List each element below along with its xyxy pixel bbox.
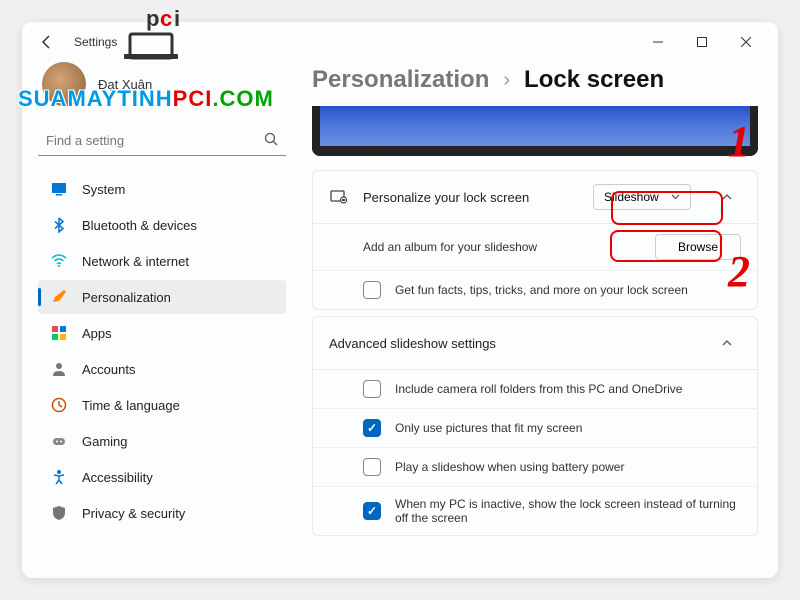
expand-toggle[interactable] (713, 329, 741, 357)
advanced-header[interactable]: Advanced slideshow settings (313, 317, 757, 369)
time-icon (50, 396, 68, 414)
sidebar-item-personalization[interactable]: Personalization (38, 280, 286, 314)
nav: System Bluetooth & devices Network & int… (38, 172, 286, 530)
maximize-button[interactable] (680, 27, 724, 57)
lockscreen-preview (312, 106, 758, 156)
search-input[interactable] (46, 133, 264, 148)
close-button[interactable] (724, 27, 768, 57)
add-album-row: Add an album for your slideshow Browse (313, 223, 757, 270)
option-fit-screen[interactable]: Only use pictures that fit my screen (313, 408, 757, 447)
option-camera-roll[interactable]: Include camera roll folders from this PC… (313, 369, 757, 408)
sidebar-item-label: Privacy & security (82, 506, 185, 521)
personalize-card: Personalize your lock screen Slideshow A… (312, 170, 758, 310)
accounts-icon (50, 360, 68, 378)
sidebar-item-gaming[interactable]: Gaming (38, 424, 286, 458)
sidebar-item-label: Accessibility (82, 470, 153, 485)
bluetooth-icon (50, 216, 68, 234)
chevron-right-icon: › (503, 69, 510, 92)
breadcrumb-parent[interactable]: Personalization (312, 66, 489, 94)
sidebar-item-privacy[interactable]: Privacy & security (38, 496, 286, 530)
checkbox[interactable] (363, 502, 381, 520)
sidebar-item-label: Time & language (82, 398, 180, 413)
search-box[interactable] (38, 126, 286, 156)
sidebar-item-label: System (82, 182, 125, 197)
breadcrumb: Personalization › Lock screen (312, 66, 758, 94)
add-album-label: Add an album for your slideshow (363, 240, 641, 254)
advanced-card: Advanced slideshow settings Include came… (312, 316, 758, 536)
personalization-icon (50, 288, 68, 306)
personalize-header[interactable]: Personalize your lock screen Slideshow (313, 171, 757, 223)
sidebar-item-bluetooth[interactable]: Bluetooth & devices (38, 208, 286, 242)
search-icon (264, 132, 278, 149)
option-label: When my PC is inactive, show the lock sc… (395, 497, 741, 525)
option-label: Only use pictures that fit my screen (395, 421, 741, 435)
user-name: Đạt Xuân (98, 77, 152, 92)
advanced-title: Advanced slideshow settings (329, 336, 691, 351)
gaming-icon (50, 432, 68, 450)
option-label: Include camera roll folders from this PC… (395, 382, 741, 396)
lockscreen-mode-dropdown[interactable]: Slideshow (593, 184, 691, 210)
browse-button[interactable]: Browse (655, 234, 741, 260)
personalize-title: Personalize your lock screen (363, 190, 579, 205)
sidebar-item-accounts[interactable]: Accounts (38, 352, 286, 386)
sidebar-item-label: Accounts (82, 362, 135, 377)
option-label: Play a slideshow when using battery powe… (395, 460, 741, 474)
accessibility-icon (50, 468, 68, 486)
lockscreen-icon (329, 187, 349, 207)
option-inactive[interactable]: When my PC is inactive, show the lock sc… (313, 486, 757, 535)
back-button[interactable] (32, 27, 62, 57)
checkbox[interactable] (363, 419, 381, 437)
minimize-button[interactable] (636, 27, 680, 57)
funfacts-label: Get fun facts, tips, tricks, and more on… (395, 283, 741, 297)
app-title: Settings (74, 35, 117, 49)
sidebar-item-label: Personalization (82, 290, 171, 305)
main-content: Personalization › Lock screen Personaliz… (302, 62, 778, 578)
avatar (42, 62, 86, 106)
checkbox[interactable] (363, 380, 381, 398)
wifi-icon (50, 252, 68, 270)
system-icon (50, 180, 68, 198)
funfacts-row[interactable]: Get fun facts, tips, tricks, and more on… (313, 270, 757, 309)
sidebar-item-label: Apps (82, 326, 112, 341)
sidebar-item-apps[interactable]: Apps (38, 316, 286, 350)
titlebar: Settings (22, 22, 778, 62)
user-profile[interactable]: Đạt Xuân (38, 62, 286, 106)
privacy-icon (50, 504, 68, 522)
breadcrumb-current: Lock screen (524, 66, 664, 94)
sidebar-item-label: Bluetooth & devices (82, 218, 197, 233)
checkbox[interactable] (363, 458, 381, 476)
sidebar-item-accessibility[interactable]: Accessibility (38, 460, 286, 494)
chevron-down-icon (671, 190, 680, 204)
settings-window: Settings Đạt Xuân (22, 22, 778, 578)
dropdown-value: Slideshow (604, 190, 659, 204)
option-battery[interactable]: Play a slideshow when using battery powe… (313, 447, 757, 486)
sidebar-item-network[interactable]: Network & internet (38, 244, 286, 278)
funfacts-checkbox[interactable] (363, 281, 381, 299)
sidebar-item-label: Gaming (82, 434, 128, 449)
sidebar-item-label: Network & internet (82, 254, 189, 269)
apps-icon (50, 324, 68, 342)
sidebar-item-time[interactable]: Time & language (38, 388, 286, 422)
sidebar: Đạt Xuân System Bluetooth & devices (22, 62, 302, 578)
expand-toggle[interactable] (713, 183, 741, 211)
sidebar-item-system[interactable]: System (38, 172, 286, 206)
